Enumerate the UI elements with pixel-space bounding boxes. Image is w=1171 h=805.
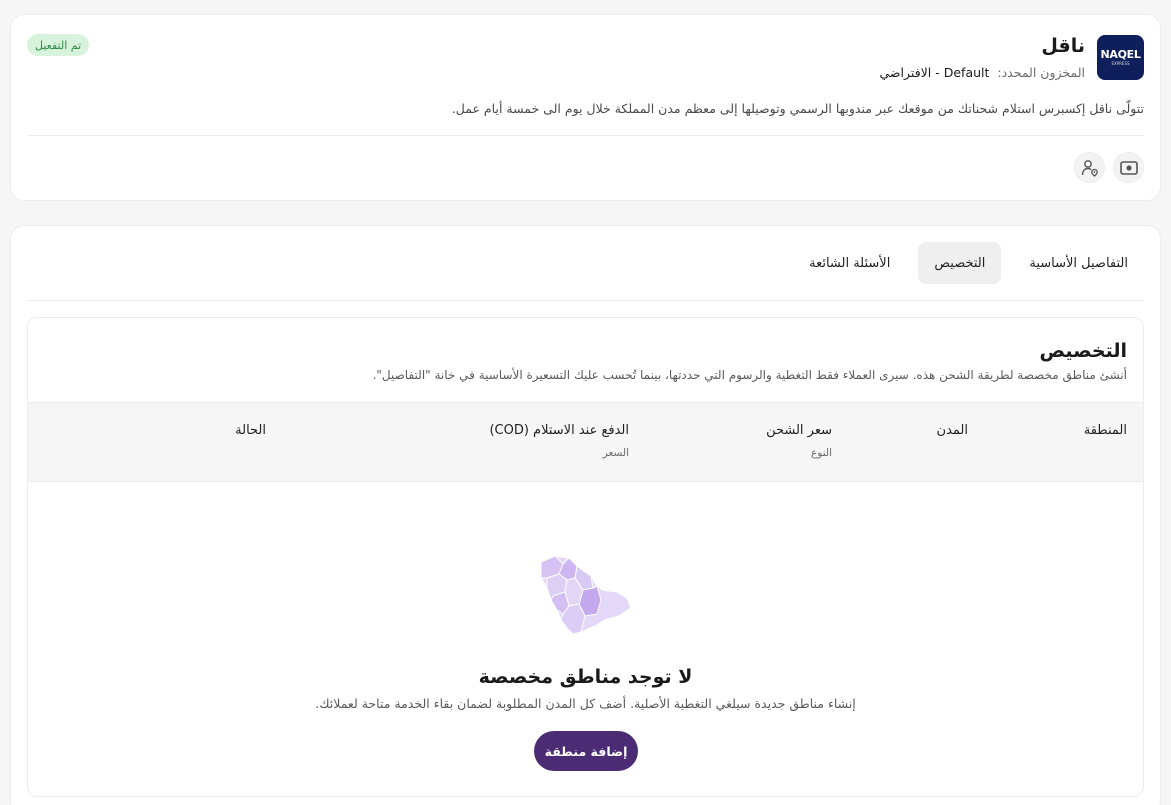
saudi-map-icon: [540, 555, 632, 635]
logo-text: NAQEL: [1100, 48, 1141, 61]
column-cities: المدن: [936, 423, 968, 438]
add-region-button[interactable]: إضافة منطقة: [534, 731, 638, 771]
tab-faq[interactable]: الأسئلة الشائعة: [793, 242, 906, 284]
cash-icon: [1119, 160, 1138, 175]
user-location-icon: [1081, 159, 1098, 177]
empty-state-description: إنشاء مناطق جديدة سيلغي التغطية الأصلية.…: [315, 696, 856, 711]
table-header: المنطقة المدن سعر الشحن النوع الدفع عند …: [28, 402, 1143, 482]
warehouse-info: المخزون المحدد: Default - الافتراضي: [880, 65, 1085, 80]
customization-panel: التخصيص أنشئ مناطق مخصصة لطريقة الشحن هذ…: [27, 317, 1144, 797]
column-region: المنطقة: [1083, 423, 1127, 438]
carrier-logo: NAQEL EXPRESS: [1097, 35, 1144, 80]
column-shipping-price-sub: النوع: [811, 447, 832, 459]
divider: [27, 135, 1144, 136]
carrier-name: ناقل: [1041, 35, 1085, 57]
tab-basic-details[interactable]: التفاصيل الأساسية: [1013, 242, 1144, 284]
settings-card: التفاصيل الأساسية التخصيص الأسئلة الشائع…: [10, 225, 1161, 805]
user-location-icon-button[interactable]: [1074, 152, 1105, 183]
status-badge: تم التفعيل: [27, 34, 90, 56]
column-cod: الدفع عند الاستلام (COD): [489, 423, 629, 438]
carrier-card: NAQEL EXPRESS ناقل المخزون المحدد: Defau…: [10, 14, 1161, 201]
tab-bar: التفاصيل الأساسية التخصيص الأسئلة الشائع…: [793, 242, 1144, 284]
cash-icon-button[interactable]: [1113, 152, 1144, 183]
section-title: التخصيص: [1039, 340, 1128, 362]
column-shipping-price: سعر الشحن: [766, 423, 832, 438]
column-status: الحالة: [235, 423, 266, 438]
section-subtitle: أنشئ مناطق مخصصة لطريقة الشحن هذه. سيرى …: [372, 368, 1127, 382]
empty-state-title: لا توجد مناطق مخصصة: [478, 666, 693, 688]
tab-customization[interactable]: التخصيص: [918, 242, 1002, 284]
divider: [27, 300, 1144, 301]
warehouse-label: المخزون المحدد:: [997, 65, 1085, 80]
column-cod-sub: السعر: [602, 447, 629, 459]
carrier-description: تتولّى ناقل إكسبرس استلام شحناتك من موقع…: [451, 101, 1144, 116]
warehouse-value: Default - الافتراضي: [879, 65, 990, 80]
logo-subtext: EXPRESS: [1111, 61, 1130, 66]
